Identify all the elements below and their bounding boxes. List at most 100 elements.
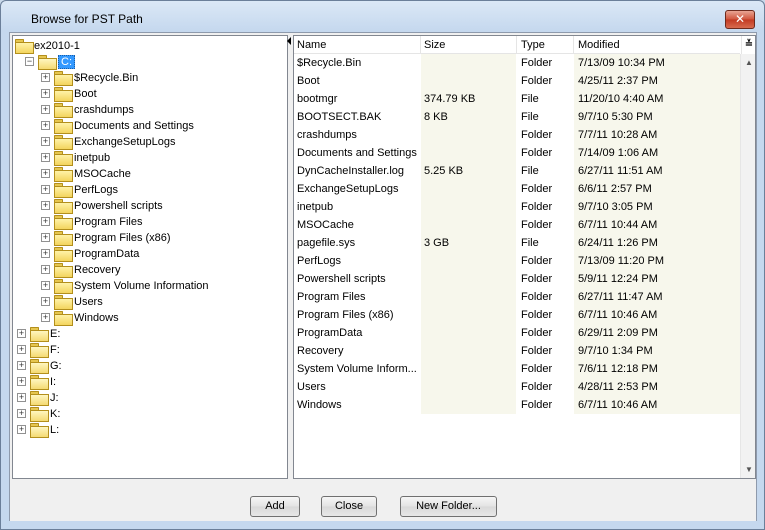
plus-expander-icon[interactable]: + [17, 361, 26, 370]
tree-item-label: Documents and Settings [74, 120, 194, 132]
cell-type: File [521, 165, 539, 177]
folder-icon [54, 247, 73, 262]
plus-expander-icon[interactable]: + [41, 105, 50, 114]
column-header-size[interactable]: Size [424, 39, 445, 51]
row-band [421, 378, 516, 396]
plus-expander-icon[interactable]: + [41, 249, 50, 258]
table-row[interactable]: bootmgr 374.79 KB File 11/20/10 4:40 AM [294, 90, 740, 108]
plus-expander-icon[interactable]: + [17, 345, 26, 354]
table-row[interactable]: Powershell scripts Folder 5/9/11 12:24 PM [294, 270, 740, 288]
cell-name: BOOTSECT.BAK [297, 111, 382, 123]
folder-icon [54, 311, 73, 326]
tree-item-label: K: [50, 408, 61, 420]
tree-item-label: System Volume Information [74, 280, 209, 292]
folder-icon [30, 359, 49, 374]
table-row[interactable]: ExchangeSetupLogs Folder 6/6/11 2:57 PM [294, 180, 740, 198]
plus-expander-icon[interactable]: + [41, 217, 50, 226]
minus-expander-icon[interactable]: − [25, 57, 34, 66]
plus-expander-icon[interactable]: + [41, 233, 50, 242]
cell-modified: 4/28/11 2:53 PM [578, 381, 658, 393]
table-row[interactable]: Documents and Settings Folder 7/14/09 1:06… [294, 144, 740, 162]
folder-icon [30, 343, 49, 358]
plus-expander-icon[interactable]: + [41, 313, 50, 322]
title-bar: Browse for PST Path ✕ [1, 1, 764, 31]
plus-expander-icon[interactable]: + [17, 329, 26, 338]
folder-icon [30, 391, 49, 406]
file-list[interactable]: Name Size Type Modified ≚ $Recycle.Bin Fo… [293, 35, 756, 479]
column-header-name[interactable]: Name [297, 39, 326, 51]
table-row[interactable]: Recovery Folder 9/7/10 1:34 PM [294, 342, 740, 360]
row-band [421, 288, 516, 306]
column-header-modified[interactable]: Modified [578, 39, 620, 51]
folder-icon [54, 231, 73, 246]
plus-expander-icon[interactable]: + [17, 425, 26, 434]
cell-type: File [521, 93, 539, 105]
column-header-type[interactable]: Type [521, 39, 545, 51]
plus-expander-icon[interactable]: + [41, 185, 50, 194]
plus-expander-icon[interactable]: + [41, 265, 50, 274]
folder-icon [54, 151, 73, 166]
plus-expander-icon[interactable]: + [41, 73, 50, 82]
plus-expander-icon[interactable]: + [41, 121, 50, 130]
plus-expander-icon[interactable]: + [41, 297, 50, 306]
plus-expander-icon[interactable]: + [17, 393, 26, 402]
column-divider[interactable] [420, 36, 421, 54]
table-row[interactable]: Users Folder 4/28/11 2:53 PM [294, 378, 740, 396]
table-row[interactable]: Program Files (x86) Folder 6/7/11 10:46 AM [294, 306, 740, 324]
table-row[interactable]: Windows Folder 6/7/11 10:46 AM [294, 396, 740, 414]
table-row[interactable]: pagefile.sys 3 GB File 6/24/11 1:26 PM [294, 234, 740, 252]
close-window-button[interactable]: ✕ [725, 10, 755, 29]
table-row[interactable]: crashdumps Folder 7/7/11 10:28 AM [294, 126, 740, 144]
plus-expander-icon[interactable]: + [41, 153, 50, 162]
vertical-scrollbar[interactable]: ▲ ▼ [740, 54, 755, 478]
tree-item-label: PerfLogs [74, 184, 119, 196]
table-row[interactable]: Boot Folder 4/25/11 2:37 PM [294, 72, 740, 90]
plus-expander-icon[interactable]: + [41, 169, 50, 178]
table-row[interactable]: PerfLogs Folder 7/13/09 11:20 PM [294, 252, 740, 270]
cell-type: Folder [521, 129, 553, 141]
plus-expander-icon[interactable]: + [17, 409, 26, 418]
column-divider[interactable] [516, 36, 517, 54]
scroll-down-arrow-icon[interactable]: ▼ [741, 461, 755, 478]
folder-tree[interactable]: ex2010-1− C: + $Recycle.Bin + Boot + crashdumps… [12, 35, 288, 479]
row-band [421, 180, 516, 198]
tree-item-label: Program Files [74, 216, 143, 228]
cell-name: ProgramData [297, 327, 363, 339]
tree-item-label: ExchangeSetupLogs [74, 136, 176, 148]
table-row[interactable]: DynCacheInstaller.log 5.25 KB File 6/27/11 … [294, 162, 740, 180]
tree-item-label: C: [58, 55, 75, 69]
table-row[interactable]: $Recycle.Bin Folder 7/13/09 10:34 PM [294, 54, 740, 72]
folder-icon [30, 423, 49, 438]
new-folder-button[interactable]: New Folder... [400, 496, 497, 517]
cell-modified: 6/7/11 10:46 AM [578, 309, 658, 321]
cell-type: Folder [521, 57, 553, 69]
plus-expander-icon[interactable]: + [41, 201, 50, 210]
plus-expander-icon[interactable]: + [41, 281, 50, 290]
plus-expander-icon[interactable]: + [17, 377, 26, 386]
add-button[interactable]: Add [250, 496, 300, 517]
row-band [421, 360, 516, 378]
cell-type: Folder [521, 345, 553, 357]
folder-icon [54, 279, 73, 294]
plus-expander-icon[interactable]: + [41, 89, 50, 98]
table-row[interactable]: inetpub Folder 9/7/10 3:05 PM [294, 198, 740, 216]
double-chevron-down-icon[interactable]: ≚ [741, 36, 755, 54]
plus-expander-icon[interactable]: + [41, 137, 50, 146]
table-row[interactable]: ProgramData Folder 6/29/11 2:09 PM [294, 324, 740, 342]
close-button[interactable]: Close [321, 496, 377, 517]
table-row[interactable]: Program Files Folder 6/27/11 11:47 AM [294, 288, 740, 306]
scroll-up-arrow-icon[interactable]: ▲ [741, 54, 755, 71]
row-band [421, 126, 516, 144]
cell-modified: 7/7/11 10:28 AM [578, 129, 658, 141]
cell-type: Folder [521, 291, 553, 303]
folder-icon [30, 375, 49, 390]
cell-type: Folder [521, 399, 553, 411]
table-row[interactable]: BOOTSECT.BAK 8 KB File 9/7/10 5:30 PM [294, 108, 740, 126]
collapse-arrow-icon[interactable] [287, 37, 291, 45]
table-row[interactable]: MSOCache Folder 6/7/11 10:44 AM [294, 216, 740, 234]
cell-name: $Recycle.Bin [297, 57, 362, 69]
column-divider[interactable] [573, 36, 574, 54]
table-row[interactable]: System Volume Inform... Folder 7/6/11 12:1… [294, 360, 740, 378]
cell-name: Documents and Settings [297, 147, 417, 159]
cell-name: ExchangeSetupLogs [297, 183, 399, 195]
